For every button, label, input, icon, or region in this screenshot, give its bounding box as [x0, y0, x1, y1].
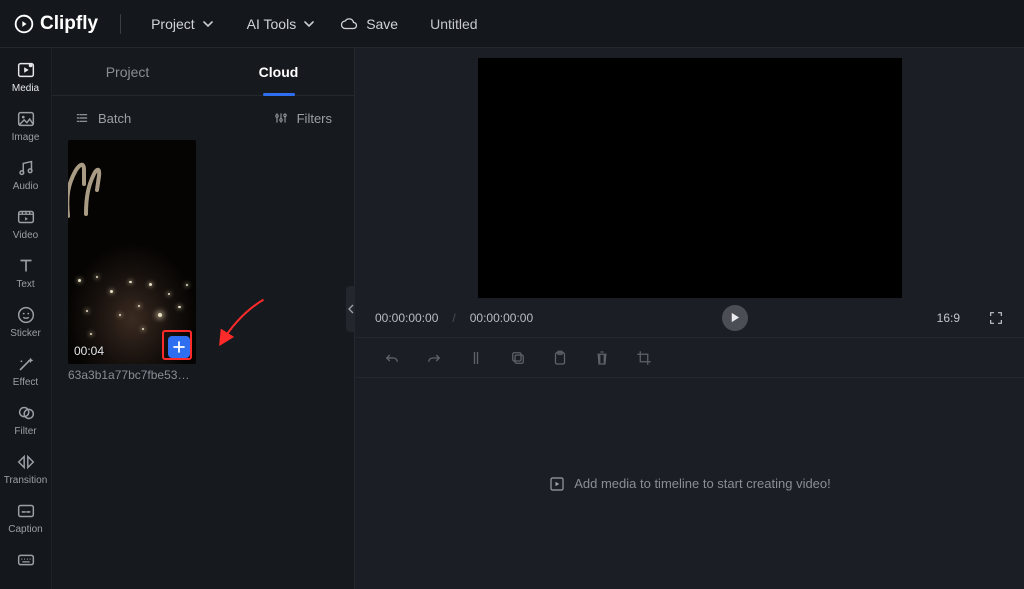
rail-label: Effect [13, 378, 38, 388]
list-icon [74, 110, 90, 126]
raised-hands-shape [68, 156, 102, 226]
left-rail: Media Image Audio Video Text Sticker Eff… [0, 48, 52, 589]
clipfly-icon [14, 14, 34, 34]
project-menu-label: Project [151, 16, 195, 32]
filters-label: Filters [297, 111, 332, 126]
tab-label: Cloud [259, 64, 299, 80]
chevron-left-icon [348, 304, 354, 314]
rail-label: Image [12, 133, 40, 143]
rail-label: Video [13, 231, 38, 241]
rail-label: Transition [4, 476, 48, 486]
redo-button[interactable] [425, 349, 443, 367]
save-button[interactable]: Save [340, 15, 398, 33]
panel-collapse-handle[interactable] [346, 286, 355, 332]
play-button[interactable] [722, 305, 748, 331]
document-title[interactable]: Untitled [430, 16, 477, 32]
project-menu[interactable]: Project [143, 10, 221, 38]
timeline-toolbar [355, 338, 1024, 378]
rail-keyboard[interactable] [0, 542, 52, 578]
copy-button[interactable] [509, 349, 527, 367]
rail-audio[interactable]: Audio [0, 150, 52, 199]
fullscreen-icon[interactable] [988, 310, 1004, 326]
thumbnail-image [68, 140, 196, 364]
media-thumbnail[interactable]: 00:04 [68, 140, 196, 364]
brand-name: Clipfly [40, 13, 98, 35]
audio-icon [15, 157, 37, 179]
total-time: 00:00:00:00 [470, 311, 533, 325]
filters-button[interactable]: Filters [273, 110, 332, 126]
aitools-menu-label: AI Tools [247, 16, 297, 32]
divider [120, 14, 121, 34]
video-preview[interactable] [478, 58, 902, 298]
rail-sticker[interactable]: Sticker [0, 297, 52, 346]
effect-icon [15, 353, 37, 375]
cloud-icon [340, 15, 358, 33]
rail-media[interactable]: Media [0, 52, 52, 101]
text-icon [15, 255, 37, 277]
time-separator: / [452, 311, 455, 325]
rail-caption[interactable]: Caption [0, 493, 52, 542]
play-icon [729, 312, 740, 323]
sticker-icon [15, 304, 37, 326]
tab-label: Project [106, 64, 150, 80]
crop-button[interactable] [635, 349, 653, 367]
rail-label: Caption [8, 525, 42, 535]
batch-label: Batch [98, 111, 131, 126]
current-time: 00:00:00:00 [375, 311, 438, 325]
rail-image[interactable]: Image [0, 101, 52, 150]
timeline-area[interactable]: Add media to timeline to start creating … [355, 378, 1024, 589]
filter-icon [15, 402, 37, 424]
rail-video[interactable]: Video [0, 199, 52, 248]
tab-cloud[interactable]: Cloud [203, 48, 354, 95]
aitools-menu[interactable]: AI Tools [239, 10, 323, 38]
batch-button[interactable]: Batch [74, 110, 131, 126]
transition-icon [15, 451, 37, 473]
rail-effect[interactable]: Effect [0, 346, 52, 395]
split-button[interactable] [467, 349, 485, 367]
workspace: 00:00:00:00 / 00:00:00:00 16:9 Add media… [354, 48, 1024, 589]
add-to-timeline-button[interactable] [168, 336, 190, 358]
caption-icon [15, 500, 37, 522]
media-panel: Project Cloud Batch Filters [52, 48, 354, 589]
rail-label: Audio [13, 182, 39, 192]
sliders-icon [273, 110, 289, 126]
keyboard-icon [15, 549, 37, 571]
rail-label: Media [12, 84, 39, 94]
rail-transition[interactable]: Transition [0, 444, 52, 493]
timeline-hint: Add media to timeline to start creating … [574, 476, 831, 491]
player-bar: 00:00:00:00 / 00:00:00:00 16:9 [355, 298, 1024, 338]
plus-icon [173, 341, 185, 353]
play-outline-icon [548, 475, 566, 493]
thumbnail-filename: 63a3b1a77bc7fbe53dc13… [68, 368, 196, 382]
aspect-ratio[interactable]: 16:9 [937, 311, 960, 325]
chevron-down-icon [304, 19, 314, 29]
rail-filter[interactable]: Filter [0, 395, 52, 444]
rail-label: Filter [14, 427, 36, 437]
paste-button[interactable] [551, 349, 569, 367]
rail-text[interactable]: Text [0, 248, 52, 297]
chevron-down-icon [203, 19, 213, 29]
undo-button[interactable] [383, 349, 401, 367]
brand-logo[interactable]: Clipfly [14, 13, 98, 35]
rail-label: Text [16, 280, 34, 290]
delete-button[interactable] [593, 349, 611, 367]
save-label: Save [366, 16, 398, 32]
image-icon [15, 108, 37, 130]
thumbnail-duration: 00:04 [74, 344, 104, 358]
rail-label: Sticker [10, 329, 41, 339]
video-icon [15, 206, 37, 228]
tab-project[interactable]: Project [52, 48, 203, 95]
media-icon [15, 59, 37, 81]
